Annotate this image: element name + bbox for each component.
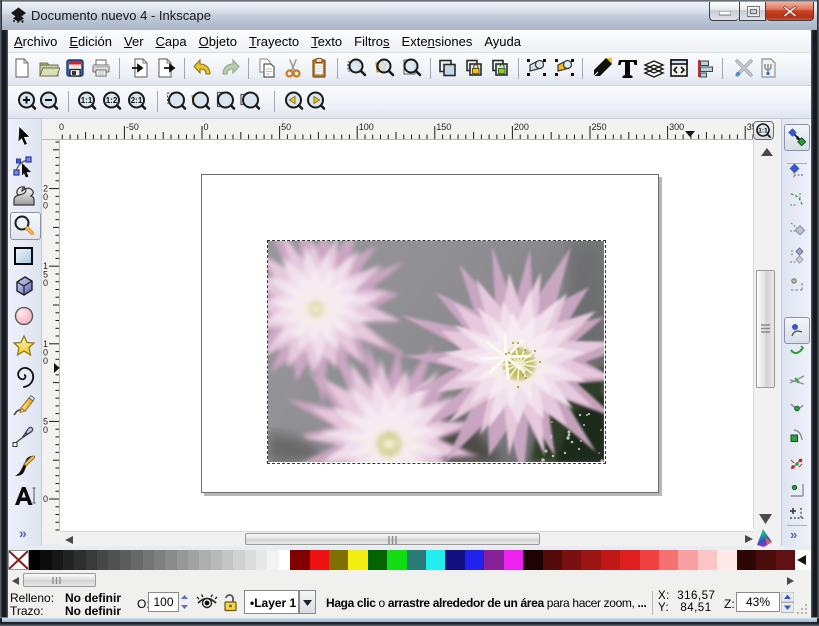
svg-text:50: 50 <box>281 122 291 132</box>
svg-text:0: 0 <box>59 122 64 132</box>
svg-text:0: 0 <box>43 494 48 504</box>
svg-text:2:1: 2:1 <box>131 96 143 105</box>
svg-text:1:2: 1:2 <box>106 96 118 105</box>
svg-text:-50: -50 <box>126 122 139 132</box>
svg-text:150: 150 <box>436 122 451 132</box>
svg-text:0: 0 <box>43 425 48 435</box>
svg-text:200: 200 <box>514 122 529 132</box>
svg-text:250: 250 <box>592 122 607 132</box>
svg-text:0: 0 <box>43 278 48 288</box>
svg-text:0: 0 <box>43 201 48 211</box>
svg-text:0: 0 <box>43 356 48 366</box>
svg-text:100: 100 <box>359 122 374 132</box>
svg-text:1:1: 1:1 <box>81 96 93 105</box>
svg-text:300: 300 <box>669 122 684 132</box>
svg-text:0: 0 <box>204 122 209 132</box>
svg-text:1:1: 1:1 <box>758 128 768 135</box>
